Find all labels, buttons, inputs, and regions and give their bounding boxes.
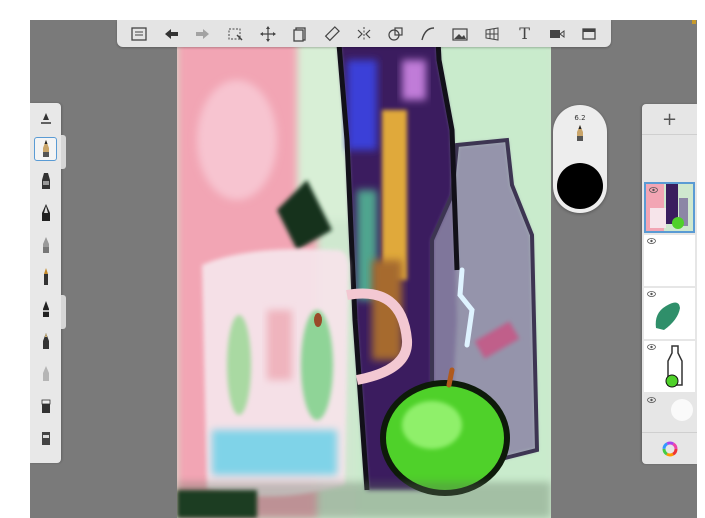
- selection-icon[interactable]: [223, 23, 247, 45]
- layer-thumbnail[interactable]: [644, 235, 695, 286]
- panel-resize-handle[interactable]: [61, 295, 66, 329]
- ruler-icon[interactable]: [320, 23, 344, 45]
- app-window: T 6.2 +: [30, 20, 697, 518]
- eraser-icon[interactable]: [34, 393, 57, 417]
- eye-icon[interactable]: [647, 397, 656, 403]
- brush-properties-puck[interactable]: 6.2: [553, 105, 607, 213]
- layer-thumbnail[interactable]: [644, 394, 695, 424]
- brush-library: [30, 103, 61, 463]
- status-indicator: [692, 20, 696, 24]
- transform-icon[interactable]: [256, 23, 280, 45]
- menu-icon[interactable]: [127, 23, 151, 45]
- redo-icon[interactable]: [191, 23, 215, 45]
- current-color-swatch[interactable]: [557, 163, 603, 209]
- pen-brush-icon[interactable]: [34, 201, 57, 225]
- shape-icon[interactable]: [384, 23, 408, 45]
- eye-icon[interactable]: [647, 238, 656, 244]
- plus-icon: +: [661, 108, 678, 130]
- curve-icon[interactable]: [416, 23, 440, 45]
- brush-size-value: 6.2: [574, 114, 586, 122]
- fullscreen-icon[interactable]: [577, 23, 601, 45]
- smudge-icon[interactable]: [34, 361, 57, 385]
- top-toolbar: T: [117, 20, 611, 47]
- video-icon[interactable]: [545, 23, 569, 45]
- ink-pen-icon[interactable]: [34, 297, 57, 321]
- text-icon[interactable]: T: [513, 23, 537, 45]
- layer-copy-icon[interactable]: [288, 23, 312, 45]
- text-icon-glyph: T: [519, 24, 530, 43]
- current-brush-icon: [577, 125, 583, 141]
- layer-thumbnail[interactable]: [644, 288, 695, 339]
- panel-resize-handle[interactable]: [61, 135, 66, 169]
- layer-thumbnail[interactable]: [644, 341, 695, 392]
- bucket-icon[interactable]: [34, 425, 57, 449]
- color-wheel-button[interactable]: [642, 432, 697, 465]
- add-layer-button[interactable]: +: [642, 104, 697, 135]
- perspective-icon[interactable]: [480, 23, 504, 45]
- brush-library-toggle-icon[interactable]: [34, 108, 57, 132]
- undo-icon[interactable]: [159, 23, 183, 45]
- fineliner-icon[interactable]: [34, 329, 57, 353]
- image-import-icon[interactable]: [448, 23, 472, 45]
- symmetry-icon[interactable]: [352, 23, 376, 45]
- layer-thumbnail[interactable]: [644, 182, 695, 233]
- drawing-canvas[interactable]: [177, 20, 551, 518]
- paintbrush-icon[interactable]: [34, 265, 57, 289]
- airbrush-icon[interactable]: [34, 233, 57, 257]
- eye-icon[interactable]: [647, 291, 656, 297]
- marker-brush-icon[interactable]: [34, 169, 57, 193]
- color-wheel-icon: [662, 441, 677, 457]
- eye-icon[interactable]: [649, 187, 658, 193]
- pencil-brush-icon[interactable]: [34, 137, 57, 161]
- layers-panel: +: [642, 104, 697, 464]
- eye-icon[interactable]: [647, 344, 656, 350]
